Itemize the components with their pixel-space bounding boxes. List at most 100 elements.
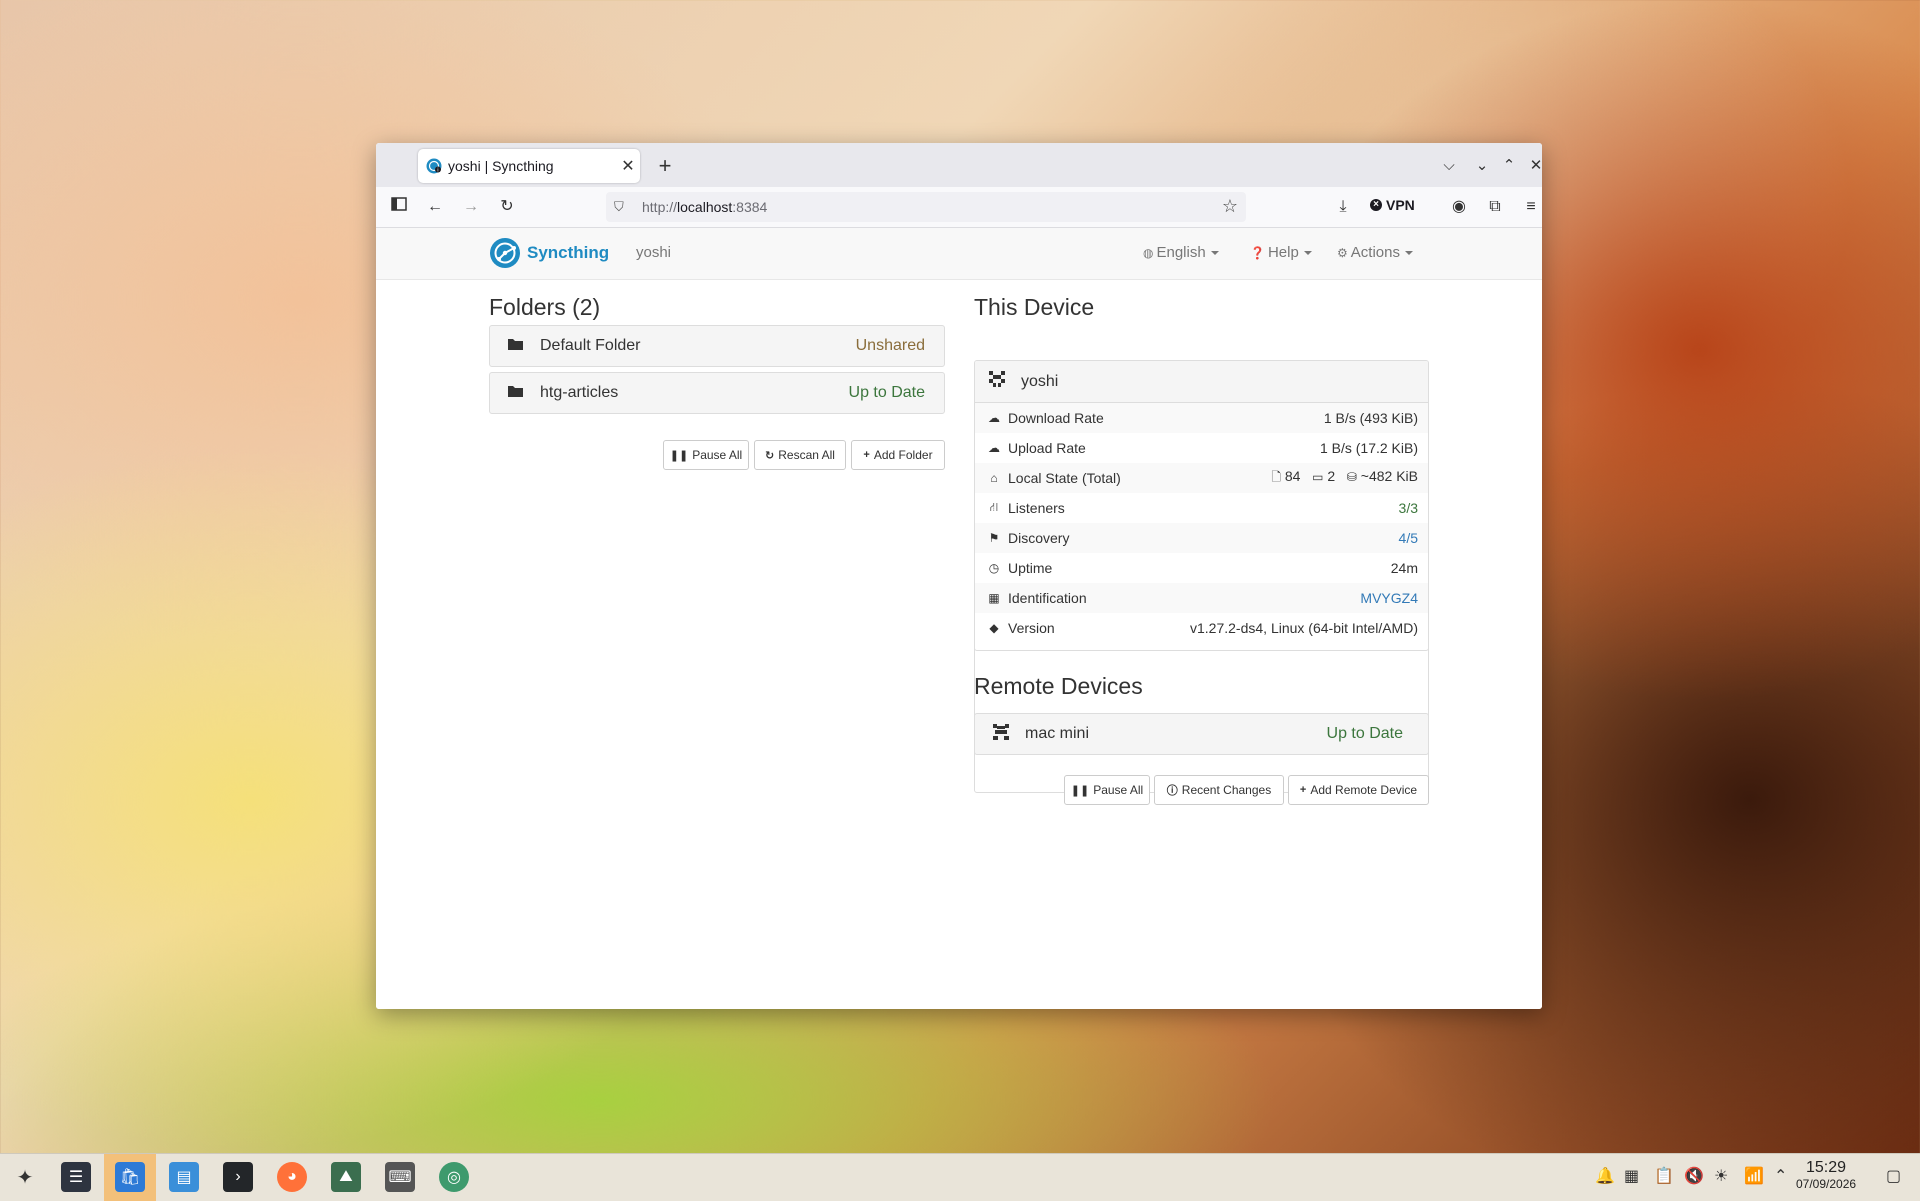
remote-device-panel[interactable]: mac mini Up to Date (974, 713, 1429, 755)
keyboard-icon[interactable]: ⌨ (385, 1162, 415, 1192)
this-device-heading: This Device (974, 294, 1095, 320)
url-port: :8384 (732, 199, 768, 215)
image-viewer-icon[interactable]: ⛰ (331, 1162, 361, 1192)
syncthing-logo-icon (490, 238, 520, 268)
pause-all-label: Pause All (692, 448, 743, 462)
sidebar-icon[interactable] (386, 194, 412, 220)
this-device-name: yoshi (1021, 372, 1059, 390)
tab-syncthing[interactable]: i yoshi | Syncthing ✕ (418, 149, 640, 183)
dir-count: 2 (1327, 467, 1336, 484)
device-name-label: yoshi (636, 244, 672, 261)
this-device-header[interactable]: yoshi (975, 361, 1428, 403)
url-scheme: http:// (642, 199, 678, 215)
sitemap-icon: ⛙ (989, 500, 999, 514)
caret-down-icon (1210, 250, 1219, 255)
folder-status: Up to Date (848, 384, 925, 401)
signpost-icon: ⚑ (988, 531, 1000, 545)
add-folder-label: Add Folder (873, 448, 933, 462)
reload-icon[interactable]: ↻ (494, 194, 520, 220)
add-remote-device-button[interactable]: + Add Remote Device (1288, 775, 1429, 805)
actions-menu[interactable]: ⚙ Actions (1337, 244, 1413, 261)
pause-all-label: Pause All (1093, 783, 1144, 797)
identification-row: ▦ Identification MVYGZ4 (975, 583, 1428, 613)
minimize-icon[interactable]: ⌄ (1469, 153, 1495, 179)
add-folder-button[interactable]: + Add Folder (851, 440, 945, 470)
download-rate-row: ☁ Download Rate 1 B/s (493 KiB) (975, 403, 1428, 433)
folder-panel[interactable]: htg-articles Up to Date (489, 372, 945, 414)
terminal-icon[interactable]: › (223, 1162, 253, 1192)
folder-name: htg-articles (540, 384, 619, 401)
color-picker-icon[interactable]: ▦ (1624, 1166, 1639, 1186)
firefox-icon[interactable]: ◕ (277, 1162, 307, 1192)
folder-status: Unshared (855, 337, 925, 354)
vpn-button[interactable]: × VPN (1370, 197, 1415, 213)
upload-rate-row: ☁ Upload Rate 1 B/s (17.2 KiB) (975, 433, 1428, 463)
folder-panel[interactable]: Default Folder Unshared (489, 325, 945, 367)
maximize-icon[interactable]: ⌃ (1496, 153, 1522, 179)
listeners-value[interactable]: 3/3 (1399, 500, 1418, 516)
add-remote-device-label: Add Remote Device (1310, 783, 1418, 797)
discover-store-icon[interactable]: 🛍 (115, 1162, 145, 1192)
info-icon: ⓘ (1166, 785, 1178, 797)
rescan-all-label: Rescan All (778, 448, 835, 462)
wifi-icon[interactable]: 📶 (1744, 1166, 1764, 1186)
version-row: ◆ Version v1.27.2-ds4, Linux (64-bit Int… (975, 613, 1428, 643)
url-bar[interactable]: ⛉ http://localhost:8384 ☆ (606, 192, 1246, 222)
forward-icon[interactable]: → (458, 194, 484, 220)
new-tab-button[interactable]: + (652, 153, 678, 179)
brightness-icon[interactable]: ☀ (1714, 1166, 1728, 1186)
volume-muted-icon[interactable]: 🔇 (1684, 1166, 1704, 1186)
pause-all-devices-button[interactable]: ❚❚ Pause All (1064, 775, 1150, 805)
row-label: Upload Rate (1008, 440, 1086, 456)
rescan-all-button[interactable]: ↻ Rescan All (754, 440, 846, 470)
extensions-icon[interactable]: ⧉ (1482, 194, 1508, 220)
pause-all-folders-button[interactable]: ❚❚ Pause All (663, 440, 749, 470)
row-label: Uptime (1008, 560, 1053, 576)
drive-icon: ⛁ (1346, 469, 1357, 484)
taskbar: ✦ ☰ 🛍 ▤ › ◕ ⛰ ⌨ ◎ 🔔 ▦ 📋 🔇 ☀ 📶 ⌃ 15:29 07… (0, 1153, 1920, 1201)
close-window-icon[interactable]: ✕ (1523, 153, 1542, 179)
brand-name: Syncthing (527, 243, 610, 262)
discovery-value[interactable]: 4/5 (1399, 530, 1418, 546)
app-launcher-icon[interactable]: ✦ (10, 1162, 40, 1192)
recent-changes-button[interactable]: ⓘ Recent Changes (1154, 775, 1284, 805)
plus-icon: + (863, 449, 870, 461)
show-desktop-icon[interactable]: ▢ (1886, 1166, 1901, 1186)
tab-title: yoshi | Syncthing (448, 158, 554, 174)
bookmark-star-icon[interactable]: ☆ (1222, 196, 1238, 217)
help-label: Help (1267, 244, 1299, 261)
uptime-row: ◷ Uptime 24m (975, 553, 1428, 583)
file-icon: 🗋 (1271, 469, 1281, 484)
this-device-card: yoshi ☁ Download Rate 1 B/s (493 KiB) ☁ … (974, 360, 1429, 651)
language-label: English (1156, 244, 1206, 261)
row-label: Download Rate (1008, 410, 1104, 426)
qrcode-icon: ▦ (988, 591, 1000, 605)
shield-icon: ⛉ (614, 199, 624, 214)
home-icon: ⌂ (990, 471, 998, 485)
syncthing-brand[interactable]: Syncthing (489, 237, 609, 269)
this-device-rows: ☁ Download Rate 1 B/s (493 KiB) ☁ Upload… (975, 403, 1428, 643)
downloads-icon[interactable]: ⤓ (1330, 194, 1356, 220)
clock-date: 07/09/2026 (1796, 1177, 1857, 1191)
syncthing-tray-app-icon[interactable]: ◎ (439, 1162, 469, 1192)
system-settings-icon[interactable]: ☰ (61, 1162, 91, 1192)
file-manager-icon[interactable]: ▤ (169, 1162, 199, 1192)
clock[interactable]: 15:29 07/09/2026 (1796, 1159, 1856, 1191)
menu-icon[interactable]: ≡ (1518, 194, 1542, 220)
notifications-icon[interactable]: 🔔 (1595, 1166, 1615, 1186)
row-value: 1 B/s (493 KiB) (1323, 410, 1418, 426)
clipboard-icon[interactable]: 📋 (1654, 1166, 1674, 1186)
language-menu[interactable]: ◍ English (1143, 244, 1219, 261)
account-icon[interactable]: ◉ (1446, 194, 1472, 220)
help-menu[interactable]: ❓ Help (1250, 244, 1312, 261)
show-hidden-icon[interactable]: ⌃ (1774, 1166, 1787, 1186)
back-icon[interactable]: ← (422, 194, 448, 220)
cloud-upload-icon: ☁ (988, 441, 1000, 455)
tab-close-icon[interactable]: ✕ (616, 156, 640, 176)
folder-icon (508, 384, 524, 402)
list-tabs-icon[interactable]: ⌵ (1436, 153, 1462, 179)
device-id-link[interactable]: MVYGZ4 (1360, 590, 1418, 606)
tag-icon: ◆ (989, 621, 999, 635)
remote-device-name: mac mini (1025, 725, 1090, 742)
syncthing-favicon-icon: i (426, 158, 442, 174)
